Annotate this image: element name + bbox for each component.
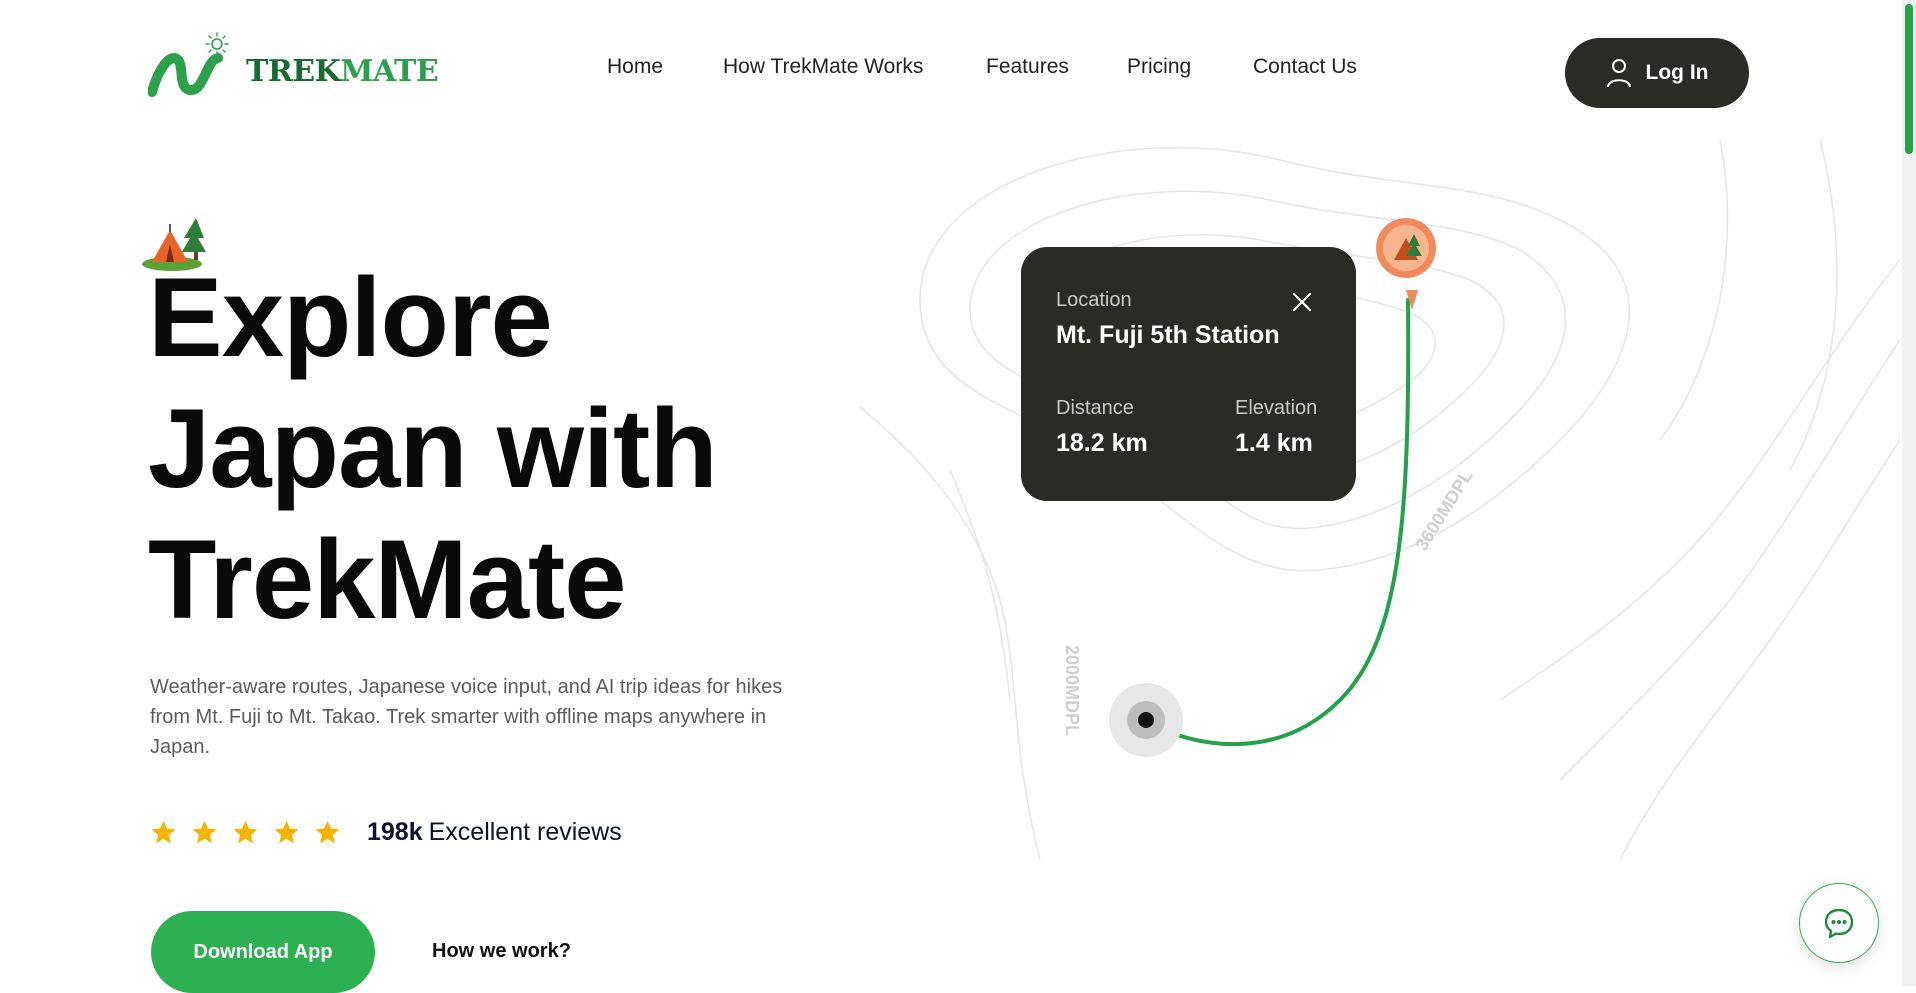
logo-mark-icon — [148, 32, 229, 97]
location-value: Mt. Fuji 5th Station — [1056, 321, 1280, 349]
login-button[interactable]: Log In — [1565, 38, 1749, 108]
nav-how-trekmate-works[interactable]: How TrekMate Works — [723, 55, 923, 79]
contour-label-2000: 2000MDPL — [1062, 645, 1082, 736]
nav-contact-us[interactable]: Contact Us — [1253, 55, 1357, 79]
location-info-card: Location Mt. Fuji 5th Station Distance 1… — [1021, 247, 1356, 501]
rating-row: 198k Excellent reviews — [150, 818, 622, 847]
login-label: Log In — [1645, 61, 1709, 84]
start-point-marker[interactable] — [1109, 683, 1183, 757]
star-icon — [315, 820, 340, 844]
hero-title-line-1: Explore — [148, 255, 553, 380]
location-label: Location — [1056, 289, 1132, 311]
trekmate-logo[interactable]: TREKMATE — [148, 30, 439, 100]
star-rating — [150, 819, 341, 846]
distance-label: Distance — [1056, 397, 1134, 419]
chat-icon — [1824, 908, 1854, 939]
destination-pin[interactable] — [1376, 218, 1436, 310]
hero-title-line-3: TrekMate — [148, 517, 627, 642]
star-icon — [151, 820, 176, 844]
hero-title-line-2: Japan with — [148, 386, 718, 511]
logo-wordmark: TREKMATE — [246, 54, 439, 89]
elevation-value: 1.4 km — [1235, 429, 1313, 457]
how-we-work-link[interactable]: How we work? — [432, 940, 571, 963]
chat-button[interactable] — [1799, 883, 1879, 963]
review-label: Excellent reviews — [428, 818, 622, 846]
review-count: 198k — [367, 818, 423, 846]
hero-description: Weather-aware routes, Japanese voice inp… — [150, 676, 783, 758]
user-icon — [1606, 59, 1631, 88]
star-icon — [233, 820, 258, 844]
download-app-button[interactable]: Download App — [151, 911, 375, 993]
distance-value: 18.2 km — [1056, 429, 1148, 457]
hero-title: Explore Japan with TrekMate — [148, 252, 848, 645]
page-scrollbar[interactable] — [1902, 0, 1916, 986]
star-icon — [274, 820, 299, 844]
nav-features[interactable]: Features — [986, 55, 1069, 79]
topographic-map: 3600MDPL 2000MDPL — [860, 140, 1900, 860]
star-icon — [192, 820, 217, 844]
nav-home[interactable]: Home — [607, 55, 663, 79]
logo-word-trek: TREK — [246, 54, 341, 89]
scrollbar-thumb[interactable] — [1905, 4, 1913, 154]
nav-pricing[interactable]: Pricing — [1127, 55, 1191, 79]
elevation-label: Elevation — [1235, 397, 1318, 419]
contour-label-3600: 3600MDPL — [1411, 466, 1476, 554]
logo-word-mate: MATE — [340, 54, 439, 89]
close-icon[interactable] — [1289, 289, 1315, 315]
